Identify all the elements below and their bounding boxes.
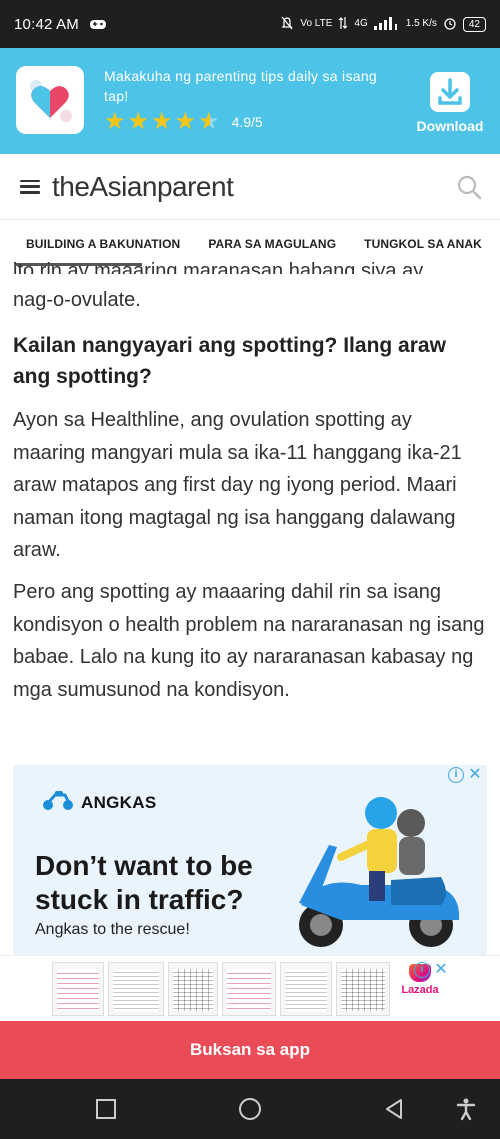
ad-info-icon[interactable]: i (414, 962, 430, 978)
back-icon[interactable] (382, 1097, 406, 1121)
lazada-name: Lazada (401, 984, 439, 996)
article-paragraph: Pero ang spotting ay maaaring dahil rin … (13, 581, 485, 701)
product-thumbnail (336, 962, 390, 1016)
app-logo (16, 66, 84, 134)
accessibility-icon[interactable] (454, 1097, 478, 1121)
angkas-name: ANGKAS (81, 792, 157, 812)
product-thumbnail (168, 962, 218, 1016)
status-time: 10:42 AM (14, 15, 79, 33)
recents-icon[interactable] (94, 1097, 118, 1121)
status-bar: 10:42 AM Vo LTE 4G 1.5 K/s 42 (0, 0, 500, 48)
network-type: 4G (354, 18, 368, 29)
ad-subline: Angkas to the rescue! (35, 921, 190, 938)
site-header: theAsianparent (0, 154, 500, 220)
open-in-app-button[interactable]: Buksan sa app (0, 1021, 500, 1079)
data-arrows-icon (338, 16, 348, 33)
system-nav-bar (0, 1079, 500, 1139)
banner-promo-text: Makakuha ng parenting tips daily sa isan… (104, 68, 378, 104)
site-logo[interactable]: theAsianparent (52, 171, 234, 203)
angkas-brand: ANGKAS (41, 789, 156, 816)
tab-para-sa-magulang[interactable]: PARA SA MAGULANG (208, 237, 336, 251)
alarm-icon (443, 16, 457, 33)
signal-icon (373, 16, 400, 33)
app-install-banner[interactable]: Makakuha ng parenting tips daily sa isan… (0, 48, 500, 154)
paragraph-end: nag-o-ovulate. (13, 289, 141, 311)
star-icon: ★ (104, 108, 126, 135)
ad-controls: i ✕ (448, 767, 483, 783)
rating-value: 4.9/5 (231, 114, 263, 130)
mute-icon (280, 16, 294, 33)
ad-info-icon[interactable]: i (448, 767, 464, 783)
product-thumbnail (108, 962, 164, 1016)
product-thumbnail (280, 962, 332, 1016)
game-controller-icon (89, 17, 107, 31)
tab-building-a-bakunation[interactable]: BUILDING A BAKUNATION (26, 237, 180, 251)
star-icon: ★ (174, 108, 197, 135)
download-button[interactable]: Download (414, 72, 486, 134)
half-star-icon: ★ (198, 108, 220, 135)
battery-level: 42 (462, 16, 486, 32)
ad-controls: i ✕ (414, 962, 449, 978)
section-heading: Kailan nangyayari ang spotting? Ilang ar… (13, 334, 446, 388)
status-indicators: Vo LTE 4G 1.5 K/s 42 (280, 16, 486, 33)
ad-close-icon[interactable]: ✕ (433, 962, 449, 978)
network-label: Vo LTE (300, 18, 333, 29)
ad-close-icon[interactable]: ✕ (467, 767, 483, 783)
ad-headline: Don’t want to be stuck in traffic? (35, 850, 253, 915)
hamburger-menu-icon[interactable] (20, 179, 40, 194)
angkas-ad[interactable]: i ✕ ANGKAS Don’t want to be stuck in tra… (13, 765, 487, 955)
tab-tungkol-sa-anak[interactable]: TUNGKOL SA ANAK (364, 237, 482, 251)
download-icon (430, 72, 470, 112)
article-paragraph: Ayon sa Healthline, ang ovulation spotti… (13, 409, 462, 561)
product-thumbnail (222, 962, 276, 1016)
lazada-banner-ad[interactable]: Lazada i ✕ (0, 955, 500, 1021)
scooter-riders-illustration (281, 785, 481, 955)
scooter-logo-icon (41, 789, 75, 816)
star-icon: ★ (127, 108, 150, 135)
partial-text-line: ito rin ay maaaring maranasan habang siy… (13, 260, 424, 274)
home-icon[interactable] (238, 1097, 262, 1121)
rating-stars: ★ ★ ★ ★ ★ 4.9/5 (104, 110, 263, 134)
product-thumbnail (52, 962, 104, 1016)
download-label: Download (416, 118, 484, 134)
star-icon: ★ (151, 108, 173, 135)
search-icon[interactable] (456, 174, 482, 200)
net-speed: 1.5 K/s (405, 18, 437, 29)
